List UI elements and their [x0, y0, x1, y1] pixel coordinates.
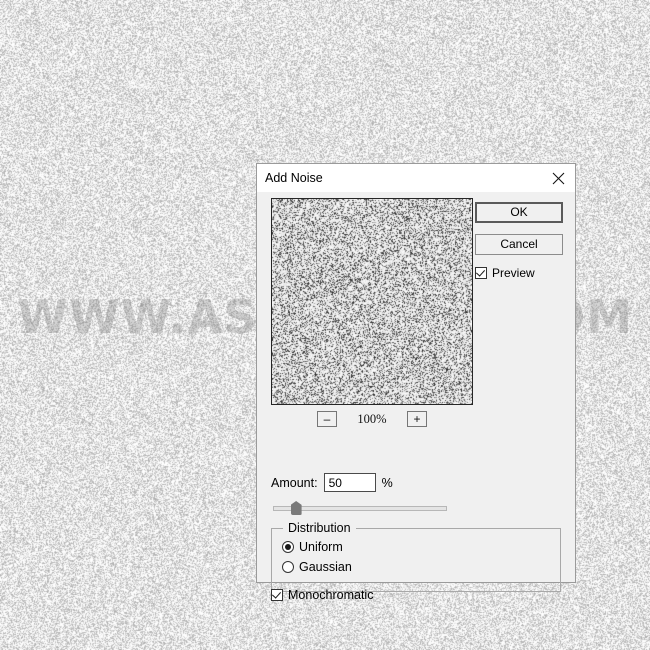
amount-label: Amount:: [271, 475, 318, 490]
amount-unit-label: %: [381, 475, 393, 490]
close-button[interactable]: [541, 164, 575, 192]
close-icon: [552, 172, 565, 185]
distribution-group: Distribution Uniform Gaussian: [271, 521, 561, 592]
zoom-out-button[interactable]: –: [317, 411, 337, 427]
zoom-in-button[interactable]: +: [407, 411, 427, 427]
radio-gaussian[interactable]: Gaussian: [282, 560, 560, 574]
monochromatic-checkbox[interactable]: Monochromatic: [271, 588, 373, 602]
amount-slider[interactable]: [273, 500, 447, 516]
slider-thumb[interactable]: [290, 501, 302, 515]
monochromatic-label: Monochromatic: [288, 588, 374, 602]
dialog-button-column: OK Cancel Preview: [475, 202, 563, 280]
radio-icon: [282, 541, 294, 553]
radio-uniform-label: Uniform: [299, 540, 343, 554]
dialog-body: – 100% + OK Cancel Preview Amount: %: [257, 192, 575, 602]
checkbox-icon: [271, 589, 283, 601]
dialog-title: Add Noise: [265, 171, 323, 185]
preview-checkbox[interactable]: Preview: [475, 266, 563, 280]
cancel-button[interactable]: Cancel: [475, 234, 563, 255]
preview-checkbox-label: Preview: [492, 266, 535, 280]
preview-zoom-controls: – 100% +: [271, 409, 473, 429]
radio-uniform[interactable]: Uniform: [282, 540, 560, 554]
checkbox-icon: [475, 267, 487, 279]
zoom-level-label: 100%: [357, 411, 387, 426]
distribution-legend: Distribution: [283, 521, 356, 535]
preview-panel: – 100% +: [271, 198, 473, 429]
ok-button[interactable]: OK: [475, 202, 563, 223]
preview-image[interactable]: [272, 199, 472, 404]
dialog-titlebar[interactable]: Add Noise: [257, 164, 575, 192]
amount-input[interactable]: [323, 473, 376, 492]
add-noise-dialog: Add Noise – 100% + OK Cancel Preview Amo…: [256, 163, 576, 602]
amount-row: Amount: %: [271, 473, 393, 492]
radio-icon: [282, 561, 294, 573]
radio-gaussian-label: Gaussian: [299, 560, 352, 574]
preview-image-box[interactable]: [271, 198, 473, 405]
